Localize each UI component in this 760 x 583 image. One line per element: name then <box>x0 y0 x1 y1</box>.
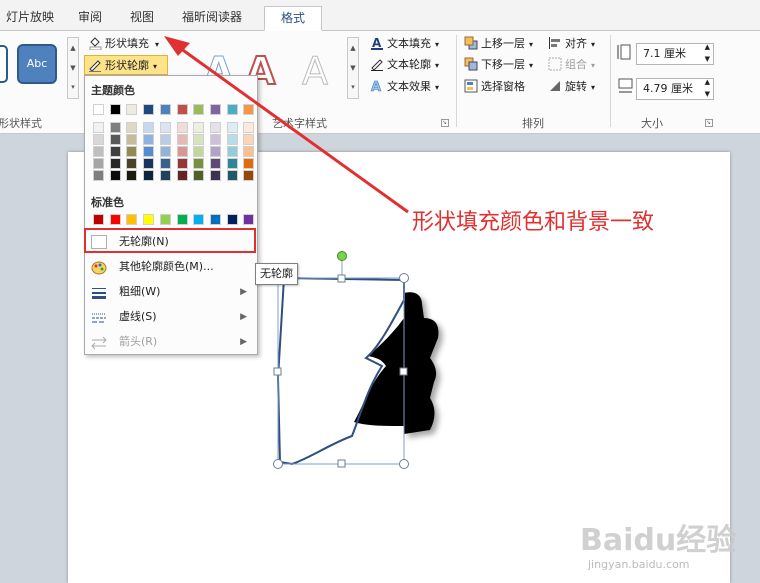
baidu-watermark-url: jingyan.baidu.com <box>588 558 690 571</box>
baidu-watermark: Baidu经验 <box>580 523 737 558</box>
annotation-arrow <box>164 36 409 214</box>
annotation-text: 形状填充颜色和背景一致 <box>412 210 655 235</box>
